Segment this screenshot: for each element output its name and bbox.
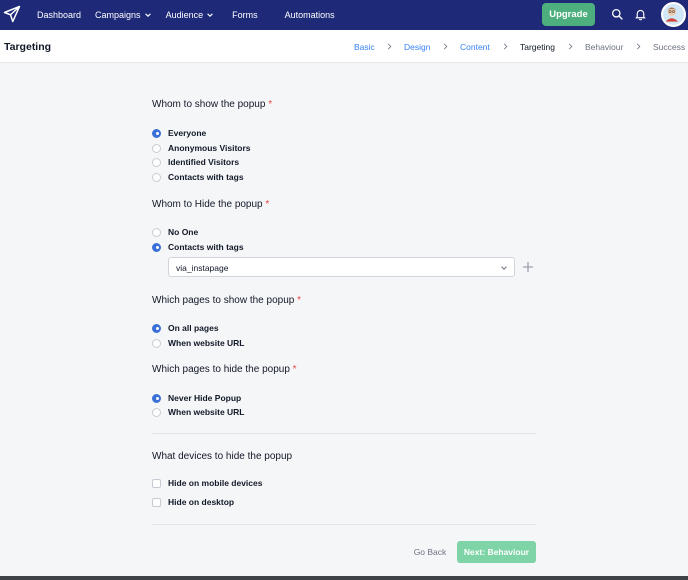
radio-label: Anonymous Visitors	[168, 143, 251, 153]
chevron-right-icon	[568, 43, 573, 50]
chevron-right-icon	[443, 43, 448, 50]
radio-contacts-with-tags-show[interactable]: Contacts with tags	[152, 171, 244, 183]
required-mark: *	[297, 295, 302, 306]
nav-item-dashboard[interactable]: Dashboard	[37, 0, 81, 30]
chevron-down-icon	[501, 266, 507, 270]
chevron-right-icon	[387, 43, 392, 50]
breadcrumb-step-content[interactable]: Content	[460, 42, 490, 52]
page-header: Targeting Basic Design Content Targeting…	[0, 30, 688, 63]
radio-contacts-with-tags-hide[interactable]: Contacts with tags	[152, 241, 244, 253]
radio-identified-visitors[interactable]: Identified Visitors	[152, 156, 239, 168]
checkbox-label: Hide on mobile devices	[168, 478, 263, 488]
next-behaviour-button[interactable]: Next: Behaviour	[457, 541, 536, 563]
upgrade-button[interactable]: Upgrade	[542, 3, 595, 26]
required-mark: *	[292, 364, 297, 375]
bell-icon[interactable]	[634, 8, 647, 21]
chevron-down-icon	[144, 13, 151, 17]
radio-label: Identified Visitors	[168, 157, 240, 167]
radio-button-selected[interactable]	[152, 242, 161, 252]
plus-icon[interactable]	[522, 261, 534, 273]
radio-button[interactable]	[152, 143, 161, 153]
checkbox-hide-on-mobile[interactable]: Hide on mobile devices	[152, 477, 262, 489]
nav-item-label: Forms	[232, 10, 258, 20]
section-divider	[152, 524, 536, 525]
chevron-right-icon	[636, 43, 641, 50]
nav-item-label: Dashboard	[37, 10, 82, 20]
nav-item-forms[interactable]: Forms	[232, 0, 258, 30]
radio-label: Everyone	[168, 128, 207, 138]
nav-item-label: Automations	[284, 10, 335, 20]
required-mark: *	[265, 199, 270, 210]
go-back-button[interactable]: Go Back	[410, 544, 450, 560]
radio-anonymous-visitors[interactable]: Anonymous Visitors	[152, 142, 251, 154]
radio-label: Never Hide Popup	[168, 393, 242, 403]
breadcrumb-step-behaviour[interactable]: Behaviour	[585, 42, 623, 52]
nav-item-label: Audience	[165, 10, 204, 20]
avatar-face-icon	[665, 7, 679, 22]
radio-button[interactable]	[152, 338, 161, 348]
section-title-show-pages: Which pages to show the popup *	[152, 295, 302, 306]
radio-button[interactable]	[152, 172, 161, 182]
section-title-show-whom: Whom to show the popup *	[152, 99, 273, 110]
paper-plane-logo-icon[interactable]	[3, 5, 21, 23]
checkbox-label: Hide on desktop	[168, 497, 235, 507]
nav-item-campaigns[interactable]: Campaigns	[95, 0, 152, 30]
nav-item-label: Campaigns	[95, 10, 141, 20]
radio-button-selected[interactable]	[152, 323, 161, 333]
checkbox[interactable]	[152, 497, 161, 507]
radio-no-one[interactable]: No One	[152, 226, 198, 238]
radio-button[interactable]	[152, 157, 161, 167]
section-title-hide-pages: Which pages to hide the popup *	[152, 364, 297, 375]
radio-button[interactable]	[152, 407, 161, 417]
radio-button-selected[interactable]	[152, 128, 161, 138]
page-title: Targeting	[4, 41, 52, 53]
top-navbar: Dashboard Campaigns Audience Forms Autom…	[0, 0, 688, 30]
breadcrumb-step-success[interactable]: Success	[653, 42, 685, 52]
section-divider	[152, 433, 536, 434]
chevron-right-icon	[503, 43, 508, 50]
section-title-hide-whom: Whom to Hide the popup *	[152, 199, 270, 210]
radio-never-hide-popup[interactable]: Never Hide Popup	[152, 392, 241, 404]
radio-when-website-url-show[interactable]: When website URL	[152, 337, 245, 349]
nav-item-automations[interactable]: Automations	[285, 0, 335, 30]
main-nav: Dashboard Campaigns Audience Forms Autom…	[37, 0, 335, 30]
checkbox[interactable]	[152, 478, 161, 488]
radio-label: When website URL	[168, 407, 245, 417]
window-bottom-edge	[0, 576, 688, 580]
radio-label: On all pages	[168, 323, 219, 333]
radio-label: Contacts with tags	[168, 242, 244, 252]
radio-when-website-url-hide[interactable]: When website URL	[152, 406, 245, 418]
radio-button-selected[interactable]	[152, 393, 161, 403]
search-icon[interactable]	[611, 8, 624, 21]
tag-select-value: via_instapage	[176, 263, 229, 273]
radio-everyone[interactable]: Everyone	[152, 127, 206, 139]
radio-label: Contacts with tags	[168, 172, 244, 182]
breadcrumb-step-basic[interactable]: Basic	[354, 42, 375, 52]
user-avatar[interactable]	[661, 2, 686, 27]
section-title-hide-devices: What devices to hide the popup	[152, 451, 293, 462]
radio-label: When website URL	[168, 338, 245, 348]
radio-on-all-pages[interactable]: On all pages	[152, 322, 219, 334]
breadcrumb-step-targeting[interactable]: Targeting	[520, 42, 555, 52]
tag-select[interactable]: via_instapage	[168, 257, 515, 277]
breadcrumb-step-design[interactable]: Design	[404, 42, 430, 52]
checkbox-hide-on-desktop[interactable]: Hide on desktop	[152, 496, 234, 508]
radio-button[interactable]	[152, 227, 161, 237]
chevron-down-icon	[207, 13, 213, 17]
nav-item-audience[interactable]: Audience	[166, 0, 215, 30]
radio-label: No One	[168, 227, 199, 237]
required-mark: *	[268, 99, 273, 110]
